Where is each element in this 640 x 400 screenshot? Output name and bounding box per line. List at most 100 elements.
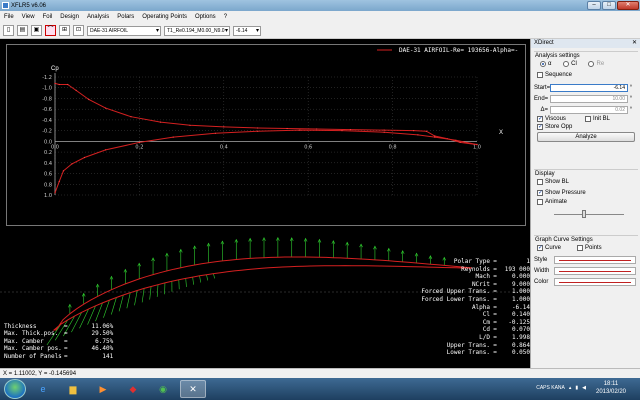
pdf-icon[interactable]: ◆ (120, 380, 146, 398)
cp-data-point (425, 130, 427, 132)
reset-scale-icon[interactable]: ⊡ (73, 25, 84, 36)
animation-speed-slider[interactable] (554, 210, 624, 218)
cp-x-tick-label: 0.6 (304, 144, 312, 150)
menu-design[interactable]: Design (60, 14, 79, 20)
points-checkbox[interactable]: Points (577, 245, 602, 251)
cp-data-point (58, 181, 60, 183)
result-row: Alpha=-6.14° (471, 303, 534, 311)
menu-file[interactable]: File (4, 14, 14, 20)
tray-arrow-icon[interactable]: ▴ (569, 385, 572, 391)
menu-operating-points[interactable]: Operating Points (142, 14, 187, 20)
curve-checkbox[interactable]: ✓ Curve (537, 245, 577, 251)
xflr5-icon[interactable]: ✕ (180, 380, 206, 398)
cp-x-tick-label: 0.8 (389, 144, 397, 150)
style-selector[interactable] (554, 255, 636, 264)
result-row: Polar Type = 1 (453, 258, 530, 265)
clock[interactable]: 18:11 2013/02/20 (590, 380, 632, 396)
result-row: Lower Trans. = 0.050 (446, 349, 530, 357)
cp-y-tick-label: -0.2 (42, 129, 52, 135)
cp-data-point (159, 121, 162, 123)
menu-foil[interactable]: Foil (43, 14, 53, 20)
foil-property-row: Max. Thick.pos. = 29.50% (4, 330, 114, 338)
cp-x-tick-label: 0.2 (135, 144, 143, 150)
xdirect-panel: XDirect ✕ Analysis settings α Cl Re Sequ… (530, 39, 640, 368)
show-bl-checkbox[interactable]: Show BL (537, 179, 569, 185)
minimize-button[interactable]: – (587, 1, 601, 10)
menu-options[interactable]: Options (195, 14, 216, 20)
cp-data-point (54, 192, 56, 194)
xdirect-title: XDirect (534, 40, 554, 46)
pressure-arrow (156, 284, 159, 297)
cp-plot-svg[interactable]: -1.2-1.0-0.8-0.6-0.4-0.20.00.20.40.60.81… (7, 45, 527, 227)
color-selector[interactable] (554, 277, 636, 286)
analyze-button[interactable]: Analyze (537, 132, 635, 142)
result-row: Cm = -0.125 (482, 318, 530, 326)
media-icon[interactable]: ▶ (90, 380, 116, 398)
opp-results: Polar Type = 1 Reynolds = 193 000 Mach = 0.000 NC… (386, 258, 536, 357)
pressure-arrow (199, 275, 201, 283)
cp-x-tick-label: 0.0 (51, 144, 59, 150)
graph-settings-group: Graph Curve Settings ✓ Curve Points Style… (534, 235, 638, 287)
opp-view-icon[interactable]: ⌒ (45, 25, 56, 36)
chrome-icon[interactable]: ◉ (150, 380, 176, 398)
viscous-checkbox[interactable]: ✓ Viscous (537, 116, 585, 122)
menu-view[interactable]: View (22, 14, 35, 20)
cp-data-point (417, 134, 419, 136)
animate-checkbox[interactable]: Animate (537, 199, 567, 205)
close-button[interactable]: ✕ (617, 1, 639, 10)
cp-plot[interactable]: -1.2 -1.0 -0.8 -0.6 -0.4 -0.2 0.0 0.2 0.4 0.6 0.8 1… (6, 44, 526, 226)
volume-icon[interactable]: ◀ (582, 385, 586, 391)
cp-data-point (105, 107, 107, 109)
menu-help[interactable]: ? (224, 14, 227, 20)
cp-data-point (257, 127, 259, 129)
radio-cl[interactable]: Cl (563, 61, 577, 67)
init-bl-checkbox[interactable]: Init BL (585, 116, 610, 122)
cp-data-point (341, 130, 343, 132)
title-bar: XFLR5 v6.06 – □ ✕ (0, 0, 640, 11)
polar-view-icon[interactable]: ⊞ (59, 25, 70, 36)
polar-select[interactable]: T1_Re0.194_M0.00_N9.0 (164, 25, 230, 36)
display-group: Display Show BL ✓ Show Pressure Animate (534, 169, 638, 218)
ime-indicator[interactable]: CAPS KANA (536, 385, 565, 391)
radio-re[interactable]: Re (588, 61, 604, 67)
xdirect-header: XDirect ✕ (531, 39, 640, 48)
cp-data-point (476, 144, 478, 146)
new-file-icon[interactable]: ▯ (3, 25, 14, 36)
pressure-arrow (206, 274, 208, 281)
open-file-icon[interactable]: ▤ (17, 25, 28, 36)
width-selector[interactable] (554, 266, 636, 275)
cp-y-tick-label: 0.8 (44, 182, 52, 188)
cp-x-label: X (499, 130, 503, 136)
cp-y-tick-label: 0.4 (44, 161, 52, 167)
store-opp-checkbox[interactable]: ✓ Store Opp (537, 124, 572, 130)
start-input[interactable]: -6.14 (550, 83, 628, 92)
result-row: Upper Trans. = 0.864 (446, 341, 530, 349)
maximize-button[interactable]: □ (602, 1, 616, 10)
cp-y-tick-label: -0.8 (42, 96, 52, 102)
end-input[interactable]: 10.00 (550, 94, 628, 103)
start-button[interactable] (4, 379, 26, 399)
cp-y-tick-label: 1.0 (44, 193, 52, 199)
alpha-select[interactable]: -6.14 (233, 25, 261, 36)
network-icon[interactable]: ▮ (575, 385, 578, 391)
menu-analysis[interactable]: Analysis (87, 14, 109, 20)
sequence-checkbox[interactable]: Sequence (537, 72, 572, 78)
radio-alpha[interactable]: α (540, 61, 551, 67)
cp-data-point (189, 124, 191, 126)
show-pressure-checkbox[interactable]: ✓ Show Pressure (537, 190, 586, 196)
menu-bar: File View Foil Design Analysis Polars Op… (0, 11, 640, 23)
cp-curve-lower (54, 129, 478, 194)
foil-properties: Thickness = 11.06% Max. Thick.pos. = 29.50%… (4, 323, 113, 360)
menu-polars[interactable]: Polars (117, 14, 134, 20)
save-icon[interactable]: ▣ (31, 25, 42, 36)
foil-select[interactable]: DAE-31 AIRFOIL (87, 25, 161, 36)
result-row: NCrit = 9.000 (471, 280, 530, 288)
end-field-row: End= 10.00 ° (534, 94, 633, 103)
folder-icon[interactable]: ▆ (60, 380, 86, 398)
delta-input[interactable]: 0.02 (550, 105, 628, 114)
cp-data-point (130, 116, 132, 118)
xdirect-close-icon[interactable]: ✕ (632, 39, 637, 48)
pressure-arrow (213, 273, 215, 279)
ie-icon[interactable]: e (30, 380, 56, 398)
cp-data-point (223, 126, 225, 128)
